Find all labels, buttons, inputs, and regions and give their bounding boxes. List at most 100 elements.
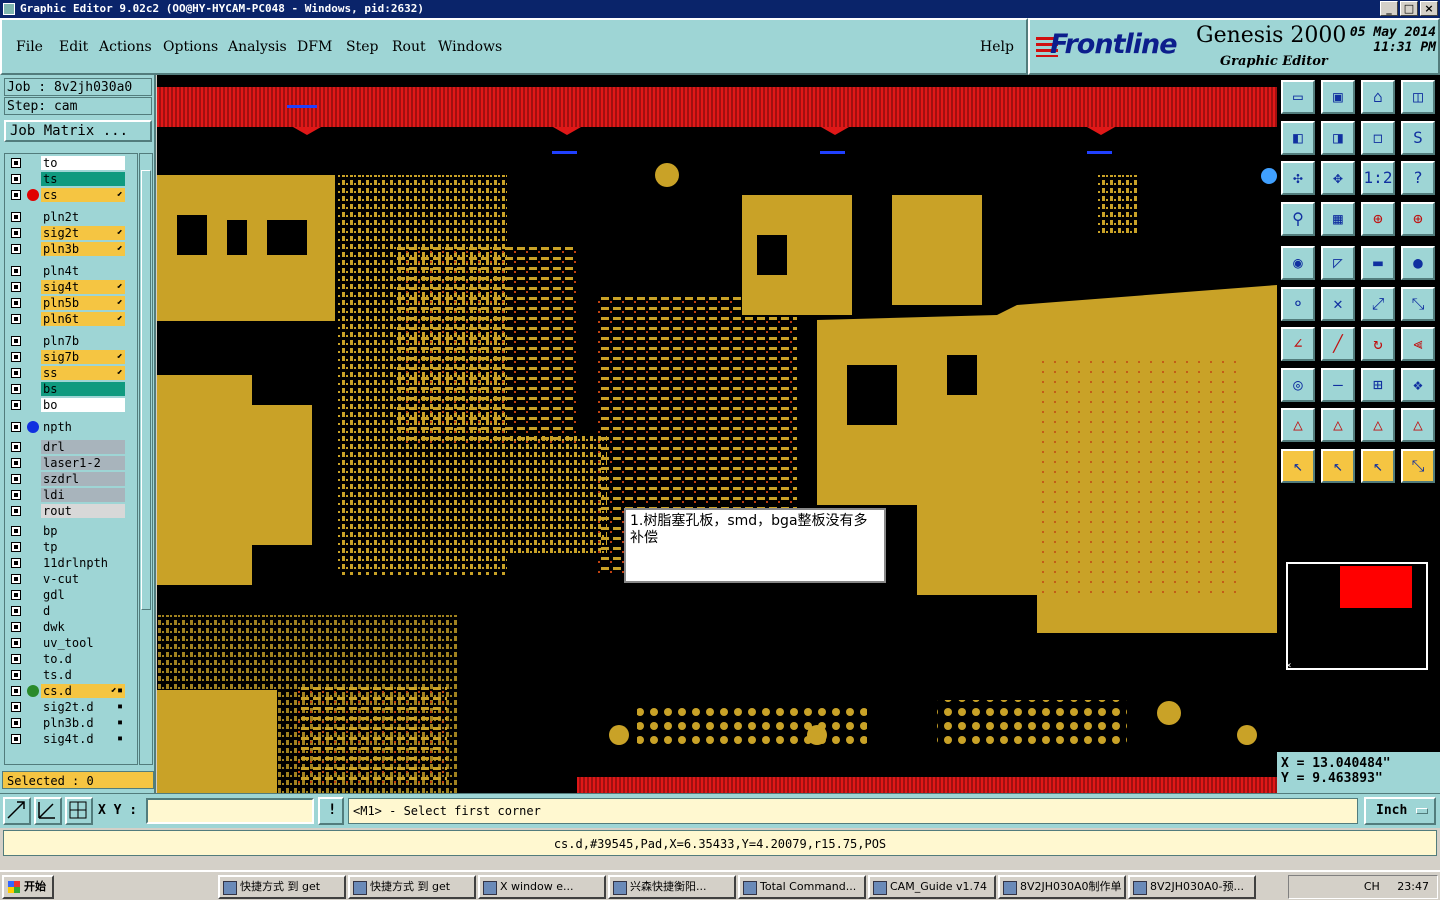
layer-name[interactable]: sig4t xyxy=(41,280,125,294)
layer-name[interactable]: szdrl xyxy=(41,472,125,486)
start-button[interactable]: 开始 xyxy=(2,875,54,899)
layer-row-pln3b.d[interactable]: pln3b.d ▪ xyxy=(7,716,127,730)
layer-checkbox[interactable] xyxy=(11,174,21,184)
layer-name[interactable]: pln5b xyxy=(41,296,125,310)
layer-row-pln4t[interactable]: pln4t xyxy=(7,264,127,278)
cut-line-button[interactable]: — xyxy=(1321,367,1355,402)
move-view-button[interactable]: ✣ xyxy=(1281,161,1315,195)
triangle-a-button[interactable]: △ xyxy=(1281,408,1315,442)
layer-checkbox[interactable] xyxy=(11,314,21,324)
layer-checkbox[interactable] xyxy=(11,266,21,276)
menu-options[interactable]: Options xyxy=(163,39,218,55)
layer-checkbox[interactable] xyxy=(11,400,21,410)
taskbar-item[interactable]: CAM_Guide v1.74 xyxy=(868,875,996,899)
line-tool-button[interactable]: ╱ xyxy=(1321,327,1355,361)
layer-row-pln2t[interactable]: pln2t xyxy=(7,210,127,224)
pointer-button[interactable]: ↖ xyxy=(1281,448,1315,483)
layer-name[interactable]: pln4t xyxy=(41,264,125,278)
layer-checkbox[interactable] xyxy=(11,228,21,238)
menu-rout[interactable]: Rout xyxy=(392,39,426,55)
zoom-in-button[interactable]: ◧ xyxy=(1281,120,1315,155)
layer-name[interactable]: pln2t xyxy=(41,210,125,224)
layer-checkbox[interactable] xyxy=(11,244,21,254)
layer-name[interactable]: pln6t xyxy=(41,312,125,326)
add-arrow-button[interactable]: ⤡ xyxy=(1401,286,1435,321)
layer-name[interactable]: pln3b xyxy=(41,242,125,256)
layer-name[interactable]: cs xyxy=(41,188,125,202)
layer-checkbox[interactable] xyxy=(11,718,21,728)
layer-name[interactable]: drl xyxy=(41,440,125,454)
measure-button[interactable] xyxy=(34,797,62,825)
layer-name[interactable]: uv_tool xyxy=(41,636,125,650)
multi-select-button[interactable]: ❖ xyxy=(1401,367,1435,402)
layer-name[interactable]: v-cut xyxy=(41,572,125,586)
layer-checkbox[interactable] xyxy=(11,654,21,664)
delete-node-button[interactable]: ✕ xyxy=(1321,286,1355,321)
taskbar-item[interactable]: Total Command... xyxy=(738,875,866,899)
menu-edit[interactable]: Edit xyxy=(59,39,88,55)
fit-screen-button[interactable]: ▣ xyxy=(1321,80,1355,114)
window-split-button[interactable]: ◫ xyxy=(1401,80,1435,114)
home-icon-button[interactable]: ⌂ xyxy=(1361,80,1395,114)
layer-checkbox[interactable] xyxy=(11,526,21,536)
taskbar-item[interactable]: 快捷方式 到 get xyxy=(348,875,476,899)
layer-checkbox[interactable] xyxy=(11,422,21,432)
layer-row-pln3b[interactable]: pln3b ⬋ xyxy=(7,242,127,256)
angle-tool-button[interactable]: ∠ xyxy=(1281,327,1315,361)
layer-checkbox[interactable] xyxy=(11,638,21,648)
pointer-select-button[interactable]: ↖ xyxy=(1361,448,1395,483)
menu-file[interactable]: File xyxy=(16,39,43,55)
select-point-button[interactable]: ◎ xyxy=(1281,367,1315,402)
layer-name[interactable]: ldi xyxy=(41,488,125,502)
ruler-button[interactable]: ▬ xyxy=(1361,246,1395,280)
layer-checkbox[interactable] xyxy=(11,542,21,552)
layer-checkbox[interactable] xyxy=(11,574,21,584)
layer-row-laser1-2[interactable]: laser1-2 xyxy=(7,456,127,470)
pan-button[interactable]: ◻ xyxy=(1361,120,1395,155)
layer-checkbox[interactable] xyxy=(11,474,21,484)
layer-row-bs[interactable]: bs xyxy=(7,382,127,396)
graphic-canvas[interactable]: 1.树脂塞孔板，smd，bga整板没有多补偿 xyxy=(157,75,1277,793)
layer-row-npth[interactable]: npth xyxy=(7,420,127,434)
taskbar-item[interactable]: 快捷方式 到 get xyxy=(218,875,346,899)
layer-name[interactable]: rout xyxy=(41,504,125,518)
snap-center-button[interactable]: ◉ xyxy=(1281,246,1315,280)
layer-checkbox[interactable] xyxy=(11,384,21,394)
overview-map[interactable]: × xyxy=(1286,562,1428,671)
scrollbar-thumb[interactable] xyxy=(141,170,151,610)
layer-name[interactable]: to.d xyxy=(41,652,125,666)
layer-name[interactable]: ts.d xyxy=(41,668,125,682)
layer-row-pln6t[interactable]: pln6t ⬋ xyxy=(7,312,127,326)
center-button[interactable]: ✥ xyxy=(1321,161,1355,195)
flip-button[interactable]: S xyxy=(1401,120,1435,155)
layer-row-drl[interactable]: drl xyxy=(7,440,127,454)
layer-name[interactable]: ss xyxy=(41,366,125,380)
arc-tool-button[interactable]: ↻ xyxy=(1361,327,1395,361)
layer-row-uv_tool[interactable]: uv_tool xyxy=(7,636,127,650)
layer-row-to.d[interactable]: to.d xyxy=(7,652,127,666)
layer-row-sig7b[interactable]: sig7b ⬋ xyxy=(7,350,127,364)
layer-name[interactable]: sig2t.d xyxy=(41,700,125,714)
layer-name[interactable]: bs xyxy=(41,382,125,396)
layer-row-szdrl[interactable]: szdrl xyxy=(7,472,127,486)
layer-checkbox[interactable] xyxy=(11,282,21,292)
layer-checkbox[interactable] xyxy=(11,458,21,468)
layer-name[interactable]: laser1-2 xyxy=(41,456,125,470)
layer-checkbox[interactable] xyxy=(11,442,21,452)
layer-row-sig2t[interactable]: sig2t ⬋ xyxy=(7,226,127,240)
unit-selector[interactable]: Inch xyxy=(1364,797,1436,825)
layer-name[interactable]: ts xyxy=(41,172,125,186)
menu-windows[interactable]: Windows xyxy=(438,39,502,55)
job-matrix-button[interactable]: Job Matrix ... xyxy=(4,120,152,142)
minimize-button[interactable]: _ xyxy=(1380,1,1398,16)
taskbar-item[interactable]: 8V2JH030A0制作单 xyxy=(998,875,1126,899)
pointer-path-button[interactable]: ⤡ xyxy=(1401,448,1435,483)
menu-actions[interactable]: Actions xyxy=(99,39,152,55)
layer-checkbox[interactable] xyxy=(11,212,21,222)
layer-row-ts[interactable]: ts xyxy=(7,172,127,186)
layer-checkbox[interactable] xyxy=(11,336,21,346)
layer-row-pln7b[interactable]: pln7b xyxy=(7,334,127,348)
layer-row-tp[interactable]: tp xyxy=(7,540,127,554)
layer-row-ss[interactable]: ss ⬋ xyxy=(7,366,127,380)
layer-tool-button[interactable]: ⚲ xyxy=(1281,201,1315,236)
